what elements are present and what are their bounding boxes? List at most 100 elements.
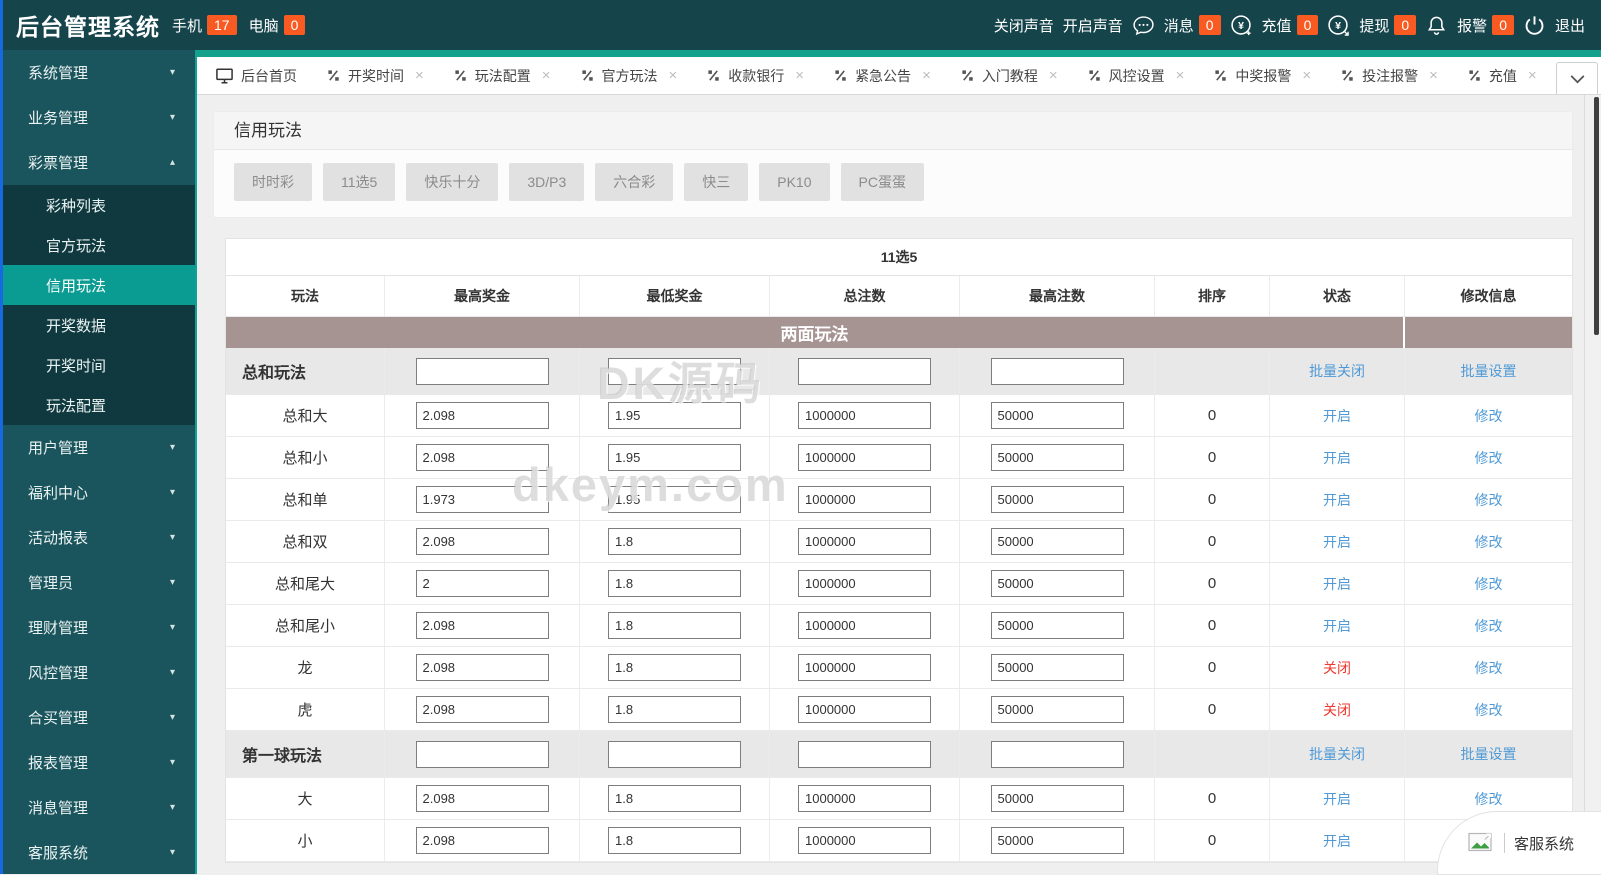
batch-set-link[interactable]: 批量设置 <box>1461 361 1517 381</box>
game-type-button-0[interactable]: 时时彩 <box>234 163 312 201</box>
sidebar-item-13[interactable]: 理财管理 ▾ <box>0 605 195 650</box>
total-input[interactable] <box>798 827 931 854</box>
vertical-scrollbar[interactable] <box>1584 95 1601 874</box>
total-input[interactable] <box>798 486 931 513</box>
tab-2[interactable]: 官方玩法 × <box>566 57 693 94</box>
total-input[interactable] <box>798 528 931 555</box>
max-input[interactable] <box>415 528 549 555</box>
game-type-button-3[interactable]: 3D/P3 <box>509 163 585 201</box>
modify-link[interactable]: 修改 <box>1475 490 1503 510</box>
game-type-button-5[interactable]: 快三 <box>684 163 749 201</box>
power-icon[interactable] <box>1523 14 1546 37</box>
maxbet-input[interactable] <box>990 528 1124 555</box>
tab-close-icon[interactable]: × <box>1429 67 1438 84</box>
modify-link[interactable]: 修改 <box>1475 616 1503 636</box>
tab-close-icon[interactable]: × <box>415 67 424 84</box>
sidebar-item-4[interactable]: 官方玩法 <box>0 225 195 265</box>
tab-close-icon[interactable]: × <box>542 67 551 84</box>
total-input[interactable] <box>798 444 931 471</box>
status-link[interactable]: 关闭 <box>1323 700 1351 720</box>
total-input[interactable] <box>798 402 931 429</box>
total-input[interactable] <box>798 612 931 639</box>
max-input[interactable] <box>415 612 549 639</box>
tab-home[interactable]: 后台首页 <box>201 57 312 94</box>
batch-total-input[interactable] <box>798 357 931 385</box>
modify-link[interactable]: 修改 <box>1475 658 1503 678</box>
sidebar-item-16[interactable]: 报表管理 ▾ <box>0 740 195 785</box>
scrollbar-thumb[interactable] <box>1594 97 1599 335</box>
sidebar-item-11[interactable]: 活动报表 ▾ <box>0 515 195 560</box>
sidebar-item-17[interactable]: 消息管理 ▾ <box>0 785 195 830</box>
tab-8[interactable]: 投注报警 × <box>1326 57 1453 94</box>
status-link[interactable]: 开启 <box>1323 616 1351 636</box>
max-input[interactable] <box>415 444 549 471</box>
modify-link[interactable]: 修改 <box>1475 789 1503 809</box>
batch-min-input[interactable] <box>608 740 741 768</box>
max-input[interactable] <box>415 827 549 854</box>
batch-close-link[interactable]: 批量关闭 <box>1309 361 1365 381</box>
total-input[interactable] <box>798 696 931 723</box>
max-input[interactable] <box>415 570 549 597</box>
sidebar-item-10[interactable]: 福利中心 ▾ <box>0 470 195 515</box>
batch-max-input[interactable] <box>415 357 549 385</box>
max-input[interactable] <box>415 785 549 812</box>
batch-close-link[interactable]: 批量关闭 <box>1309 744 1365 764</box>
batch-maxbet-input[interactable] <box>990 357 1124 385</box>
game-type-button-7[interactable]: PC蛋蛋 <box>840 163 924 201</box>
modify-link[interactable]: 修改 <box>1475 448 1503 468</box>
min-input[interactable] <box>608 696 741 723</box>
max-input[interactable] <box>415 486 549 513</box>
bell-icon[interactable] <box>1425 14 1448 37</box>
min-input[interactable] <box>608 402 741 429</box>
status-link[interactable]: 开启 <box>1323 789 1351 809</box>
withdraw-stat[interactable]: 提现 0 <box>1359 15 1417 36</box>
tab-5[interactable]: 入门教程 × <box>946 57 1073 94</box>
alarm-stat[interactable]: 报警 0 <box>1457 15 1514 36</box>
tab-6[interactable]: 风控设置 × <box>1073 57 1200 94</box>
batch-total-input[interactable] <box>798 740 931 768</box>
status-link[interactable]: 关闭 <box>1323 658 1351 678</box>
logout-button[interactable]: 退出 <box>1555 15 1585 36</box>
sidebar-item-14[interactable]: 风控管理 ▾ <box>0 650 195 695</box>
maxbet-input[interactable] <box>990 827 1124 854</box>
sidebar-item-5[interactable]: 信用玩法 <box>0 265 195 305</box>
sound-on-button[interactable]: 开启声音 <box>1063 15 1123 36</box>
game-type-button-1[interactable]: 11选5 <box>323 163 396 201</box>
sidebar-item-15[interactable]: 合买管理 ▾ <box>0 695 195 740</box>
yuan-plus-icon[interactable]: ¥ <box>1230 14 1253 37</box>
status-link[interactable]: 开启 <box>1323 490 1351 510</box>
total-input[interactable] <box>798 570 931 597</box>
tab-close-icon[interactable]: × <box>1176 67 1185 84</box>
maxbet-input[interactable] <box>990 612 1124 639</box>
tab-0[interactable]: 开奖时间 × <box>312 57 439 94</box>
tab-3[interactable]: 收款银行 × <box>692 57 819 94</box>
sidebar-item-6[interactable]: 开奖数据 <box>0 305 195 345</box>
tab-close-icon[interactable]: × <box>922 67 931 84</box>
sidebar-item-7[interactable]: 开奖时间 <box>0 345 195 385</box>
status-link[interactable]: 开启 <box>1323 831 1351 851</box>
sidebar-item-1[interactable]: 业务管理 ▾ <box>0 95 195 140</box>
total-input[interactable] <box>798 654 931 681</box>
total-input[interactable] <box>798 785 931 812</box>
maxbet-input[interactable] <box>990 486 1124 513</box>
sidebar-item-3[interactable]: 彩种列表 <box>0 185 195 225</box>
min-input[interactable] <box>608 528 741 555</box>
min-input[interactable] <box>608 444 741 471</box>
yuan-out-icon[interactable]: ¥ <box>1327 14 1350 37</box>
status-link[interactable]: 开启 <box>1323 448 1351 468</box>
modify-link[interactable]: 修改 <box>1475 574 1503 594</box>
maxbet-input[interactable] <box>990 654 1124 681</box>
max-input[interactable] <box>415 654 549 681</box>
sidebar-item-2[interactable]: 彩票管理 ▴ <box>0 140 195 185</box>
batch-min-input[interactable] <box>608 357 741 385</box>
tab-1[interactable]: 玩法配置 × <box>439 57 566 94</box>
tab-close-icon[interactable]: × <box>1049 67 1058 84</box>
min-input[interactable] <box>608 785 741 812</box>
game-type-button-2[interactable]: 快乐十分 <box>406 163 499 201</box>
status-link[interactable]: 开启 <box>1323 574 1351 594</box>
batch-max-input[interactable] <box>415 740 549 768</box>
maxbet-input[interactable] <box>990 402 1124 429</box>
min-input[interactable] <box>608 570 741 597</box>
batch-maxbet-input[interactable] <box>990 740 1124 768</box>
modify-link[interactable]: 修改 <box>1475 700 1503 720</box>
